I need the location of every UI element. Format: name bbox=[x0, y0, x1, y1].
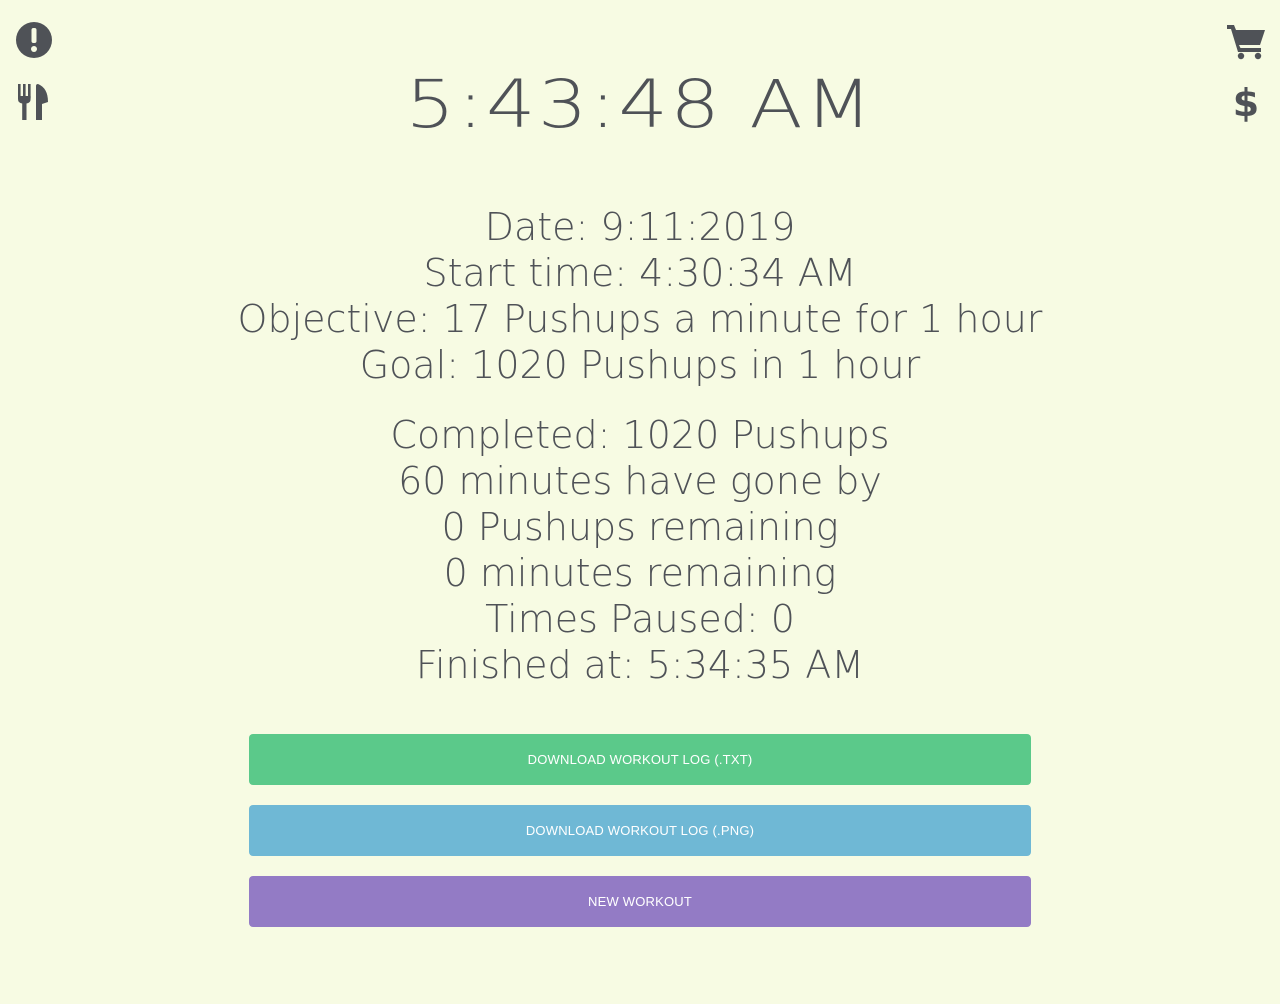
download-txt-button[interactable]: DOWNLOAD WORKOUT LOG (.TXT) bbox=[249, 734, 1031, 785]
current-time-clock: 5:43:48 AM bbox=[405, 66, 875, 143]
workout-summary: Date: 9:11:2019 Start time: 4:30:34 AM O… bbox=[0, 204, 1280, 688]
pushups-remaining-line: 0 Pushups remaining bbox=[441, 505, 839, 549]
start-time-line: Start time: 4:30:34 AM bbox=[423, 251, 857, 295]
new-workout-button[interactable]: NEW WORKOUT bbox=[249, 876, 1031, 927]
alert-icon[interactable] bbox=[14, 20, 54, 60]
date-line: Date: 9:11:2019 bbox=[484, 205, 796, 249]
cart-icon[interactable] bbox=[1226, 21, 1266, 61]
workout-results: Completed: 1020 Pushups 60 minutes have … bbox=[0, 412, 1280, 688]
goal-line: Goal: 1020 Pushups in 1 hour bbox=[359, 343, 921, 387]
action-buttons: DOWNLOAD WORKOUT LOG (.TXT) DOWNLOAD WOR… bbox=[249, 734, 1031, 947]
workout-plan: Date: 9:11:2019 Start time: 4:30:34 AM O… bbox=[0, 204, 1280, 388]
finished-at-line: Finished at: 5:34:35 AM bbox=[415, 643, 865, 687]
minutes-remaining-line: 0 minutes remaining bbox=[443, 551, 837, 595]
times-paused-line: Times Paused: 0 bbox=[485, 597, 795, 641]
download-png-button[interactable]: DOWNLOAD WORKOUT LOG (.PNG) bbox=[249, 805, 1031, 856]
elapsed-line: 60 minutes have gone by bbox=[398, 459, 882, 503]
completed-line: Completed: 1020 Pushups bbox=[390, 413, 890, 457]
objective-line: Objective: 17 Pushups a minute for 1 hou… bbox=[237, 297, 1043, 341]
